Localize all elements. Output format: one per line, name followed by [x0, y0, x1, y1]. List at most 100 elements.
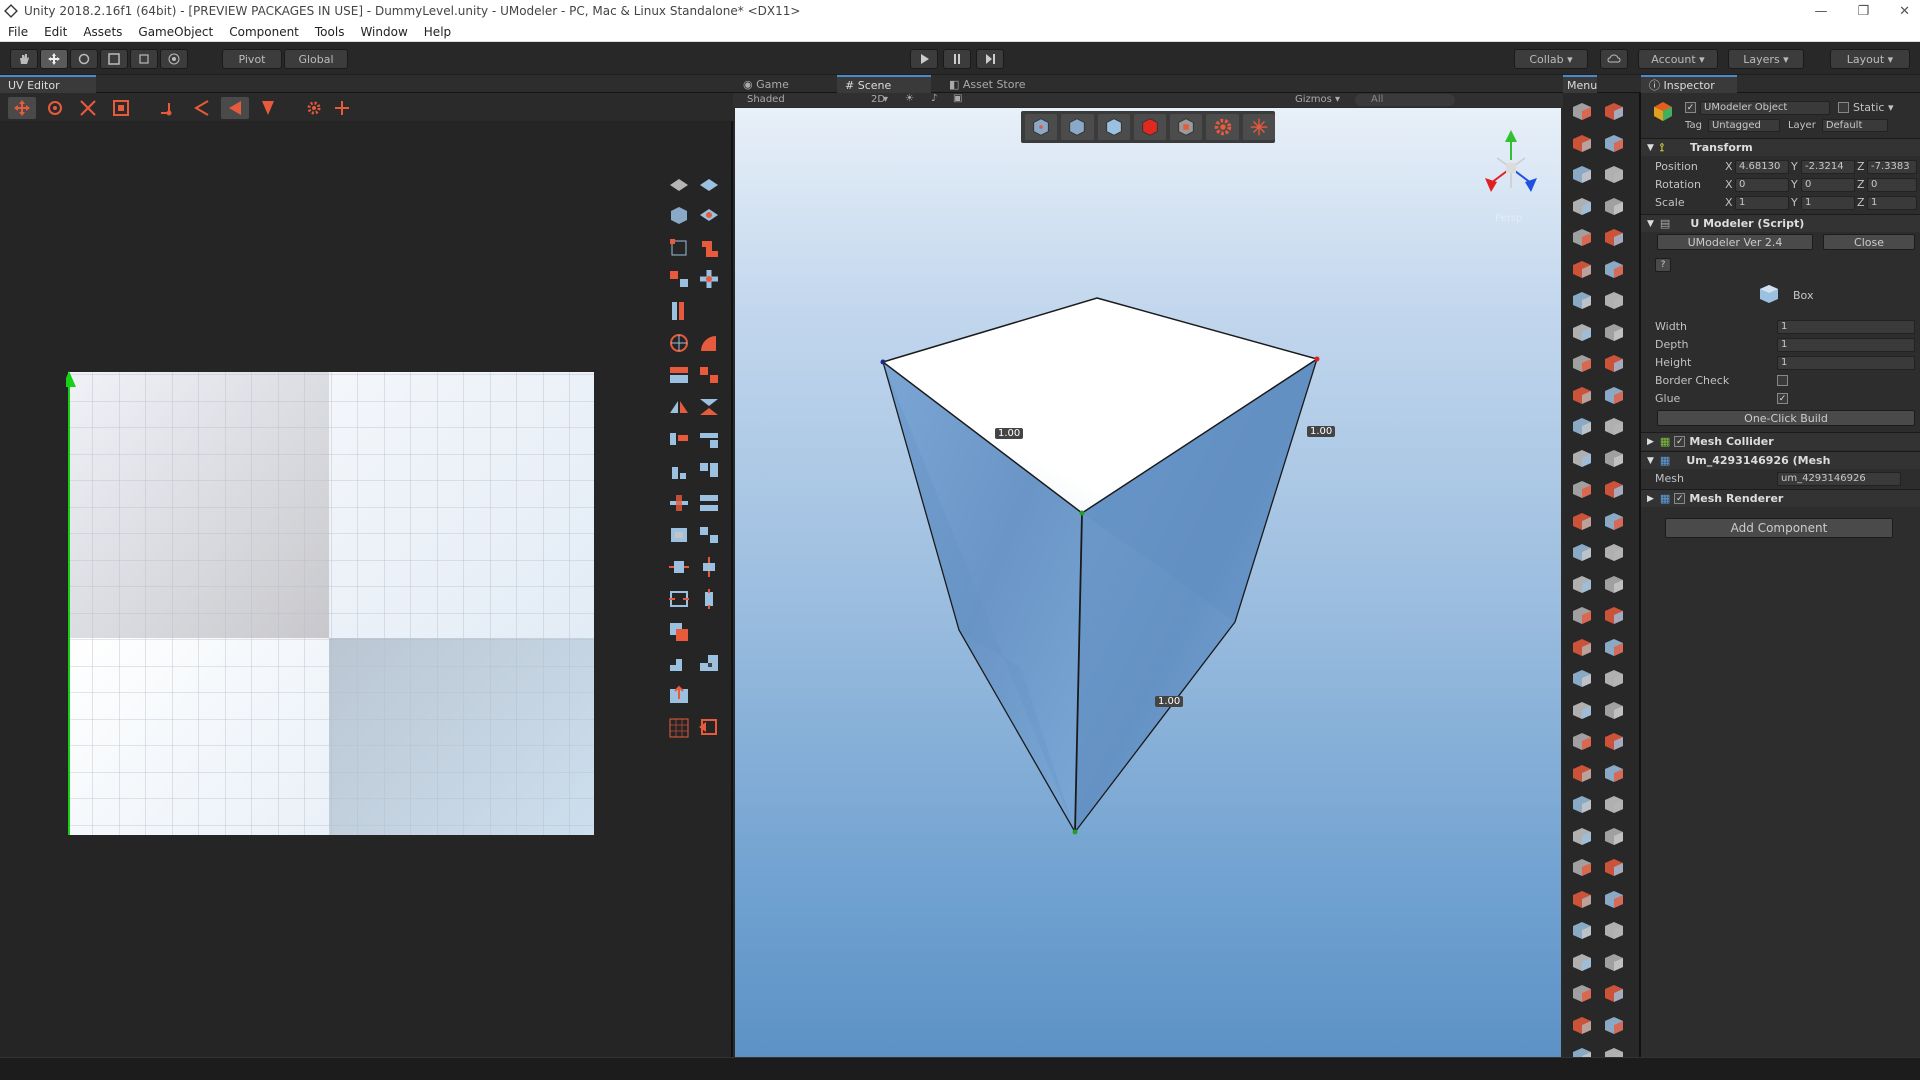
umodeler-slide-icon[interactable] [1601, 666, 1627, 690]
uv-grid-tool-icon[interactable] [696, 267, 722, 291]
menu-help[interactable]: Help [416, 25, 459, 39]
pause-button[interactable] [943, 49, 971, 69]
uv-fit-icon[interactable] [666, 523, 692, 547]
restore-button[interactable]: ❐ [1857, 4, 1869, 19]
rotate-tool-icon[interactable] [70, 49, 98, 69]
add-component-button[interactable]: Add Component [1665, 518, 1893, 538]
gizmos-dropdown[interactable]: Gizmos ▾ [1295, 94, 1340, 105]
umodeler-cut-icon[interactable] [1569, 824, 1595, 848]
rect-tool-icon[interactable] [130, 49, 158, 69]
mesh-filter-header[interactable]: ▼ ▦ Um_4293146926 (Mesh [1641, 451, 1920, 469]
umodeler-ring-icon[interactable] [1569, 792, 1595, 816]
uv-step-icon[interactable] [666, 651, 692, 675]
uv-rotate-icon[interactable] [41, 97, 69, 119]
uv-step2-icon[interactable] [696, 651, 722, 675]
border-check-checkbox[interactable] [1777, 375, 1788, 386]
umodeler-pen-icon[interactable] [1569, 225, 1595, 249]
layer-dropdown[interactable]: Default [1821, 119, 1888, 132]
uv-align-left-icon[interactable] [666, 427, 692, 451]
menu-component[interactable]: Component [221, 25, 307, 39]
scene-viewport[interactable]: 1.00 1.00 1.00 Persp [735, 108, 1561, 1057]
umodeler-sphere-icon[interactable] [1569, 194, 1595, 218]
tab-game[interactable]: ◉ Game [735, 75, 825, 93]
scale-y-field[interactable]: 1 [1801, 195, 1855, 210]
umodeler-close-button[interactable]: Close [1823, 234, 1915, 250]
menu-tools[interactable]: Tools [307, 25, 353, 39]
umodeler-cube2-icon[interactable] [1601, 351, 1627, 375]
umodeler-sphere2-icon[interactable] [1601, 446, 1627, 470]
pivot-toggle[interactable]: Pivot [222, 49, 282, 69]
umodeler-weld-icon[interactable] [1569, 855, 1595, 879]
position-y-field[interactable]: -2.3214 [1801, 159, 1855, 174]
umodeler-pull-icon[interactable] [1601, 761, 1627, 785]
umodeler-bridge-icon[interactable] [1569, 729, 1595, 753]
help-button[interactable]: ? [1655, 258, 1671, 272]
tab-scene[interactable]: # Scene [837, 75, 931, 93]
uv-fold2-icon[interactable] [696, 363, 722, 387]
uv-copy-icon[interactable] [666, 619, 692, 643]
uv-fold-icon[interactable] [666, 363, 692, 387]
menu-window[interactable]: Window [352, 25, 415, 39]
account-dropdown[interactable]: Account ▾ [1638, 49, 1718, 69]
umodeler-none2-icon[interactable] [1601, 320, 1627, 344]
uv-flip-h-icon[interactable] [666, 395, 692, 419]
umodeler-cylinder-icon[interactable] [1569, 162, 1595, 186]
move-tool-icon[interactable] [40, 49, 68, 69]
umodeler-arch-icon[interactable] [1569, 572, 1595, 596]
tab-uv-editor[interactable]: UV Editor [0, 75, 96, 93]
tag-dropdown[interactable]: Untagged [1707, 119, 1780, 132]
minimize-button[interactable]: — [1814, 4, 1827, 19]
uv-export-icon[interactable] [666, 683, 692, 707]
umodeler-spin-icon[interactable] [1601, 824, 1627, 848]
umodeler-scatter-icon[interactable] [1601, 918, 1627, 942]
umodeler-stack-icon[interactable] [1569, 540, 1595, 564]
uv-move-icon[interactable] [8, 97, 36, 119]
lighting-icon[interactable]: ☀ [905, 93, 914, 104]
umodeler-none3-icon[interactable] [1601, 477, 1627, 501]
umodeler-wedge-icon[interactable] [1601, 572, 1627, 596]
umodeler-script-header[interactable]: ▼ ▤ U Modeler (Script) [1641, 214, 1920, 232]
umodeler-push-icon[interactable] [1569, 509, 1595, 533]
umodeler-inset-icon[interactable] [1569, 761, 1595, 785]
uv-grid[interactable] [66, 295, 596, 835]
menu-file[interactable]: File [0, 25, 36, 39]
rotation-x-field[interactable]: 0 [1735, 177, 1789, 192]
uv-stitch-icon[interactable] [666, 235, 692, 259]
uv-plane-icon[interactable] [666, 173, 692, 197]
scale-tool-icon[interactable] [100, 49, 128, 69]
umodeler-snap-icon[interactable] [1569, 887, 1595, 911]
umodeler-extrude-icon[interactable] [1601, 509, 1627, 533]
umodeler-hole-icon[interactable] [1601, 729, 1627, 753]
umodeler-copy-icon[interactable] [1569, 1013, 1595, 1037]
one-click-build-button[interactable]: One-Click Build [1657, 410, 1915, 426]
umodeler-box4-icon[interactable] [1601, 635, 1627, 659]
menu-assets[interactable]: Assets [75, 25, 130, 39]
umodeler-none-icon[interactable] [1601, 194, 1627, 218]
umodeler-cylinder2-icon[interactable] [1569, 383, 1595, 407]
uv-weld-icon[interactable] [696, 235, 722, 259]
close-button[interactable]: ✕ [1899, 4, 1910, 19]
shading-dropdown[interactable]: Shaded [747, 94, 785, 105]
umodeler-curve-icon[interactable] [1569, 257, 1595, 281]
step-button[interactable] [976, 49, 1004, 69]
uv-face-select-icon[interactable] [221, 97, 249, 119]
layers-dropdown[interactable]: Layers ▾ [1728, 49, 1804, 69]
umodeler-stair-icon[interactable] [1569, 320, 1595, 344]
uv-quarter-circle-icon[interactable] [696, 331, 722, 355]
2d-toggle[interactable]: 2D [871, 94, 885, 105]
umodeler-cube-icon[interactable] [1601, 162, 1627, 186]
umodeler-bevel-icon[interactable] [1601, 540, 1627, 564]
uv-circle-icon[interactable] [666, 331, 692, 355]
scene-search-input[interactable]: All [1355, 94, 1455, 106]
tab-menu[interactable]: Menu [1563, 75, 1597, 93]
position-z-field[interactable]: -7.3383 [1867, 159, 1917, 174]
umodeler-box-icon[interactable] [1601, 131, 1627, 155]
uv-stack-icon[interactable] [696, 491, 722, 515]
umodeler-line-icon[interactable] [1601, 225, 1627, 249]
tab-asset-store[interactable]: ◧ Asset Store [941, 75, 1071, 93]
umodeler-radial-icon[interactable] [1569, 446, 1595, 470]
uv-checker-icon[interactable] [666, 715, 692, 739]
height-field[interactable]: 1 [1777, 355, 1915, 370]
uv-shrink-icon[interactable] [666, 587, 692, 611]
object-name-field[interactable]: UModeler Object [1700, 100, 1830, 115]
